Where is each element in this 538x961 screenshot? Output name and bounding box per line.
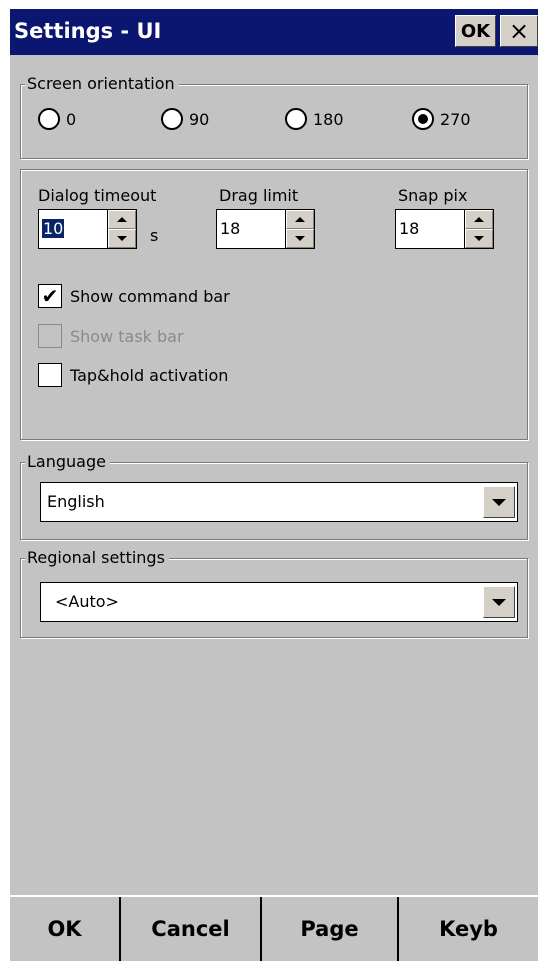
command-bar: OK Cancel Page Keyb bbox=[10, 895, 538, 961]
dialog-timeout-unit: s bbox=[150, 226, 159, 245]
language-dropdown[interactable]: English bbox=[40, 482, 518, 522]
keyb-button[interactable]: Keyb bbox=[399, 897, 538, 961]
spin-down-icon[interactable] bbox=[108, 229, 136, 248]
dialog-timeout-value: 10 bbox=[42, 219, 65, 238]
title-bar: Settings - UI OK × bbox=[10, 9, 538, 55]
snap-pix-value: 18 bbox=[399, 219, 420, 238]
ok-button[interactable]: OK bbox=[10, 897, 121, 961]
show-task-bar-label: Show task bar bbox=[70, 326, 184, 346]
show-command-bar-label: Show command bar bbox=[70, 286, 230, 306]
dialog-timeout-label: Dialog timeout bbox=[38, 186, 157, 205]
page-button[interactable]: Page bbox=[262, 897, 399, 961]
radio-orientation-270[interactable]: 270 bbox=[412, 108, 471, 130]
regional-settings-value: <Auto> bbox=[55, 592, 119, 611]
snap-pix-label: Snap pix bbox=[398, 186, 468, 205]
spin-down-icon[interactable] bbox=[465, 229, 493, 248]
radio-label: 270 bbox=[440, 109, 471, 129]
cancel-button[interactable]: Cancel bbox=[121, 897, 262, 961]
orientation-legend: Screen orientation bbox=[25, 73, 179, 95]
title-ok-button[interactable]: OK bbox=[455, 15, 496, 47]
spin-down-icon[interactable] bbox=[286, 229, 314, 248]
radio-button-icon[interactable] bbox=[38, 108, 60, 130]
radio-orientation-180[interactable]: 180 bbox=[285, 108, 344, 130]
checkbox-checked-icon[interactable]: ✔ bbox=[38, 284, 62, 308]
snap-pix-spinner[interactable] bbox=[464, 209, 494, 249]
dialog-timeout-input[interactable]: 10 bbox=[38, 209, 108, 249]
dialog-timeout-spinner[interactable] bbox=[107, 209, 137, 249]
window-title: Settings - UI bbox=[14, 19, 162, 43]
tap-hold-activation-label: Tap&hold activation bbox=[70, 365, 229, 385]
radio-label: 180 bbox=[313, 109, 344, 129]
radio-label: 90 bbox=[189, 109, 210, 129]
checkbox-unchecked-icon[interactable] bbox=[38, 363, 62, 387]
drag-limit-label: Drag limit bbox=[219, 186, 299, 205]
regional-settings-legend: Regional settings bbox=[25, 547, 169, 569]
radio-label: 0 bbox=[66, 109, 77, 129]
snap-pix-input[interactable]: 18 bbox=[395, 209, 465, 249]
spin-up-icon[interactable] bbox=[465, 210, 493, 229]
chevron-down-icon[interactable] bbox=[483, 586, 515, 618]
chevron-down-icon[interactable] bbox=[483, 486, 515, 518]
show-task-bar-checkbox: Show task bar bbox=[38, 324, 184, 348]
language-legend: Language bbox=[25, 451, 110, 473]
drag-limit-spinner[interactable] bbox=[285, 209, 315, 249]
radio-button-selected-icon[interactable] bbox=[412, 108, 434, 130]
spin-up-icon[interactable] bbox=[108, 210, 136, 229]
checkbox-disabled-icon bbox=[38, 324, 62, 348]
close-icon[interactable]: × bbox=[500, 15, 538, 47]
tap-hold-activation-checkbox[interactable]: Tap&hold activation bbox=[38, 363, 228, 387]
regional-settings-dropdown[interactable]: <Auto> bbox=[40, 582, 518, 622]
drag-limit-value: 18 bbox=[220, 219, 241, 238]
show-command-bar-checkbox[interactable]: ✔ Show command bar bbox=[38, 284, 230, 308]
radio-button-icon[interactable] bbox=[161, 108, 183, 130]
radio-orientation-90[interactable]: 90 bbox=[161, 108, 209, 130]
spin-up-icon[interactable] bbox=[286, 210, 314, 229]
settings-screen: Settings - UI OK × Screen orientation 0 … bbox=[10, 9, 538, 961]
radio-orientation-0[interactable]: 0 bbox=[38, 108, 76, 130]
radio-button-icon[interactable] bbox=[285, 108, 307, 130]
language-value: English bbox=[47, 492, 105, 511]
drag-limit-input[interactable]: 18 bbox=[216, 209, 286, 249]
